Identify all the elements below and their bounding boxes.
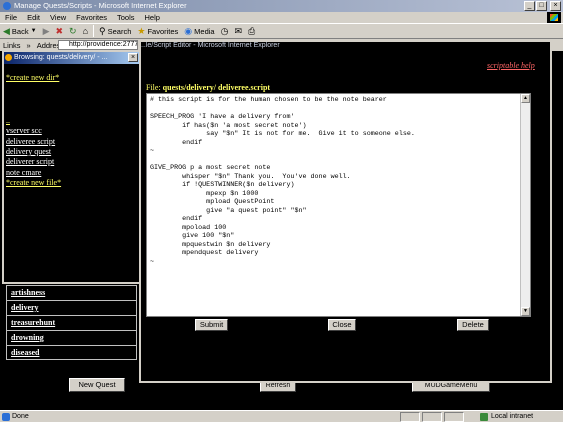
quest-list: artishness delivery treasurehunt drownin…	[6, 285, 137, 360]
home-button[interactable]: ⌂	[80, 26, 91, 36]
file-link[interactable]: note cmare	[6, 168, 41, 177]
home-icon: ⌂	[82, 26, 89, 36]
print-button[interactable]: ⎙	[245, 26, 258, 36]
links-chevron-icon: »	[26, 40, 31, 50]
file-label: File:	[146, 83, 161, 92]
windows-logo-icon	[547, 12, 561, 23]
history-button[interactable]: ◷	[218, 26, 232, 36]
quest-link-delivery[interactable]: delivery	[6, 300, 137, 315]
stop-icon: ✖	[55, 26, 64, 36]
file-link[interactable]: deliverer script	[6, 157, 54, 166]
submit-button[interactable]: Submit	[195, 319, 228, 331]
toolbar: ◀ Back ▼ ▶ ✖ ↻ ⌂ ⚲ Search ★ Favorites ◉ …	[0, 23, 563, 39]
browse-popup-window: Browsing: quests/delivery/ - ... ×	[2, 50, 141, 284]
ie-logo-icon	[5, 54, 12, 61]
media-icon: ◉	[184, 26, 193, 36]
browse-popup-titlebar: Browsing: quests/delivery/ - ... ×	[4, 52, 139, 64]
menu-edit[interactable]: Edit	[22, 13, 45, 22]
ie-logo-icon	[3, 2, 11, 10]
file-path: quests/delivery/ deliveree.script	[162, 83, 271, 92]
media-label: Media	[194, 26, 215, 36]
search-icon: ⚲	[99, 26, 106, 36]
history-icon: ◷	[220, 26, 229, 36]
window-title: Manage Quests/Scripts - Microsoft Intern…	[14, 1, 187, 10]
status-bar: Done Local intranet	[0, 410, 563, 422]
scroll-down-icon[interactable]: ▼	[521, 307, 530, 316]
toolbar-separator	[93, 25, 95, 37]
menu-file[interactable]: File	[0, 13, 22, 22]
script-text[interactable]: # this script is for the human chosen to…	[148, 95, 520, 315]
browse-popup-title: Browsing: quests/delivery/ - ...	[14, 54, 108, 61]
back-button[interactable]: ◀ Back ▼	[0, 26, 40, 36]
quest-link-diseased[interactable]: diseased	[6, 345, 137, 360]
script-editor-title: ...le/Script Editor - Microsoft Internet…	[140, 42, 280, 49]
file-link[interactable]: vserver scc	[6, 126, 42, 135]
delete-button[interactable]: Delete	[457, 319, 489, 331]
back-label: Back	[11, 26, 29, 36]
forward-arrow-icon: ▶	[42, 26, 50, 36]
quest-link-treasurehunt[interactable]: treasurehunt	[6, 315, 137, 330]
quest-link-drowning[interactable]: drowning	[6, 330, 137, 345]
stop-button[interactable]: ✖	[52, 26, 66, 36]
media-button[interactable]: ◉ Media	[181, 26, 217, 36]
mail-button[interactable]: ✉	[231, 26, 245, 36]
back-arrow-icon: ◀	[3, 26, 10, 36]
quest-link-artishness[interactable]: artishness	[6, 285, 137, 300]
status-cell	[422, 412, 442, 422]
close-editor-button[interactable]: Close	[328, 319, 356, 331]
search-button[interactable]: ⚲ Search	[96, 26, 134, 36]
browse-close-button[interactable]: ×	[128, 53, 138, 62]
menu-view[interactable]: View	[45, 13, 71, 22]
refresh-icon: ↻	[69, 26, 77, 36]
address-input[interactable]: http://providence:27777/	[58, 40, 138, 50]
file-link[interactable]: delivery quest	[6, 147, 51, 156]
status-text: Done	[12, 413, 29, 420]
search-label: Search	[107, 26, 132, 36]
menu-favorites[interactable]: Favorites	[71, 13, 112, 22]
file-path-line: File: quests/delivery/ deliveree.script	[146, 83, 270, 92]
create-new-file-link[interactable]: *create new file*	[6, 178, 61, 187]
parent-dir-link[interactable]: ..	[6, 116, 10, 125]
links-label[interactable]: Links	[0, 41, 24, 50]
new-quest-button[interactable]: New Quest	[69, 378, 125, 392]
favorites-button[interactable]: ★ Favorites	[134, 26, 181, 36]
maximize-button[interactable]: □	[536, 1, 547, 11]
favorites-label: Favorites	[147, 26, 179, 36]
star-icon: ★	[137, 26, 146, 36]
print-icon: ⎙	[248, 26, 256, 36]
security-zone: Local intranet	[491, 413, 534, 420]
chevron-down-icon: ▼	[30, 28, 37, 34]
file-link[interactable]: deliveree script	[6, 137, 55, 146]
mail-icon: ✉	[234, 26, 242, 36]
forward-button[interactable]: ▶	[40, 26, 53, 36]
window-titlebar: Manage Quests/Scripts - Microsoft Intern…	[0, 0, 563, 12]
intranet-zone-icon	[480, 413, 488, 421]
page-done-icon	[2, 413, 10, 421]
minimize-button[interactable]: _	[524, 1, 535, 11]
menu-tools[interactable]: Tools	[112, 13, 140, 22]
status-cell	[444, 412, 464, 422]
create-new-dir-link[interactable]: *create new dir*	[6, 73, 59, 82]
close-button[interactable]: ×	[550, 1, 561, 11]
menu-help[interactable]: Help	[140, 13, 165, 22]
scriptable-help-link[interactable]: scriptable help	[487, 61, 535, 70]
scrollbar[interactable]: ▲ ▼	[520, 94, 530, 316]
menu-bar: File Edit View Favorites Tools Help	[0, 12, 563, 23]
status-cell	[400, 412, 420, 422]
scroll-up-icon[interactable]: ▲	[521, 94, 530, 103]
refresh-button[interactable]: ↻	[66, 26, 80, 36]
script-textarea[interactable]: # this script is for the human chosen to…	[146, 93, 531, 317]
